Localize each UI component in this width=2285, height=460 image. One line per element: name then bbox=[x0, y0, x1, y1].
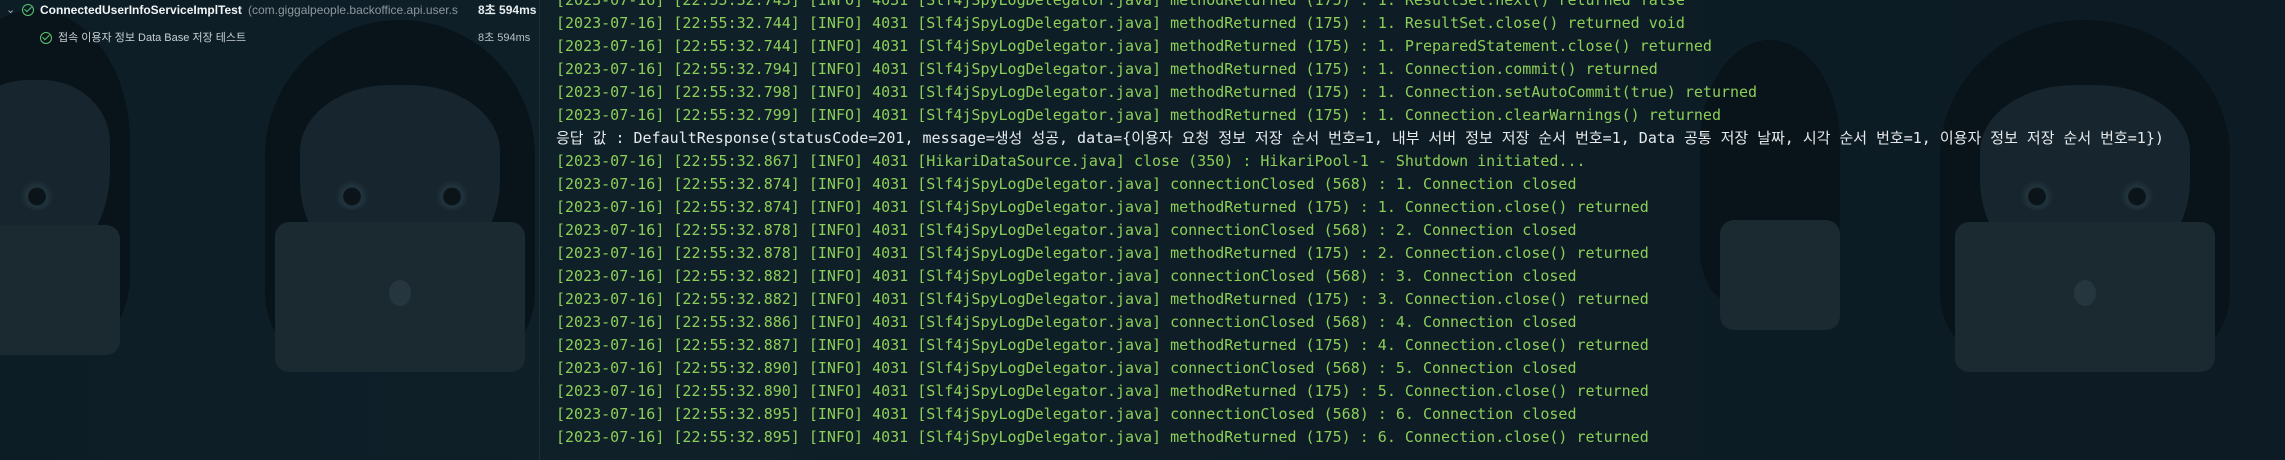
test-method-duration: 8초 594ms bbox=[478, 32, 531, 44]
console-log-line: [2023-07-16] [22:55:32.874] [INFO] 4031 … bbox=[556, 175, 1577, 193]
test-class-row[interactable]: ⌄ ConnectedUserInfoServiceImplTest (com.… bbox=[0, 0, 540, 20]
console-log-line: [2023-07-16] [22:55:32.799] [INFO] 4031 … bbox=[556, 106, 1721, 124]
test-method-row[interactable]: 접속 이용자 정보 Data Base 저장 테스트 8초 594ms bbox=[38, 28, 540, 48]
console-log-line: [2023-07-16] [22:55:32.895] [INFO] 4031 … bbox=[556, 405, 1577, 423]
console-log-line: [2023-07-16] [22:55:32.744] [INFO] 4031 … bbox=[556, 14, 1685, 32]
console-log-line: [2023-07-16] [22:55:32.890] [INFO] 4031 … bbox=[556, 359, 1577, 377]
console-log-line: [2023-07-16] [22:55:32.798] [INFO] 4031 … bbox=[556, 83, 1758, 101]
console-output[interactable]: [2023-07-16] [22:55:32.743] [INFO] 4031 … bbox=[556, 0, 2285, 449]
console-log-line: [2023-07-16] [22:55:32.744] [INFO] 4031 … bbox=[556, 37, 1712, 55]
console-log-line: [2023-07-16] [22:55:32.882] [INFO] 4031 … bbox=[556, 290, 1649, 308]
ide-run-window: ⌄ ConnectedUserInfoServiceImplTest (com.… bbox=[0, 0, 2285, 460]
test-class-package: (com.giggalpeople.backoffice.api.user.s bbox=[248, 3, 458, 17]
console-log-line: [2023-07-16] [22:55:32.743] [INFO] 4031 … bbox=[556, 0, 1685, 9]
console-log-line: [2023-07-16] [22:55:32.867] [INFO] 4031 … bbox=[556, 152, 1586, 170]
chevron-down-icon[interactable]: ⌄ bbox=[6, 0, 15, 20]
console-log-line: [2023-07-16] [22:55:32.895] [INFO] 4031 … bbox=[556, 428, 1649, 446]
check-circle-icon bbox=[22, 4, 34, 16]
check-circle-icon bbox=[40, 32, 52, 44]
console-log-line: [2023-07-16] [22:55:32.882] [INFO] 4031 … bbox=[556, 267, 1577, 285]
console-log-line: [2023-07-16] [22:55:32.794] [INFO] 4031 … bbox=[556, 60, 1658, 78]
console-log-line: [2023-07-16] [22:55:32.878] [INFO] 4031 … bbox=[556, 244, 1649, 262]
test-class-name: ConnectedUserInfoServiceImplTest bbox=[40, 3, 242, 17]
console-log-line: [2023-07-16] [22:55:32.887] [INFO] 4031 … bbox=[556, 336, 1649, 354]
test-results-tree: ⌄ ConnectedUserInfoServiceImplTest (com.… bbox=[0, 0, 540, 460]
console-stdout-line: 응답 값 : DefaultResponse(statusCode=201, m… bbox=[556, 129, 2164, 147]
console-log-line: [2023-07-16] [22:55:32.878] [INFO] 4031 … bbox=[556, 221, 1577, 239]
console-log-line: [2023-07-16] [22:55:32.890] [INFO] 4031 … bbox=[556, 382, 1649, 400]
console-log-line: [2023-07-16] [22:55:32.886] [INFO] 4031 … bbox=[556, 313, 1577, 331]
test-method-name: 접속 이용자 정보 Data Base 저장 테스트 bbox=[58, 32, 247, 44]
test-class-duration: 8초 594ms bbox=[478, 3, 537, 17]
console-log-line: [2023-07-16] [22:55:32.874] [INFO] 4031 … bbox=[556, 198, 1649, 216]
